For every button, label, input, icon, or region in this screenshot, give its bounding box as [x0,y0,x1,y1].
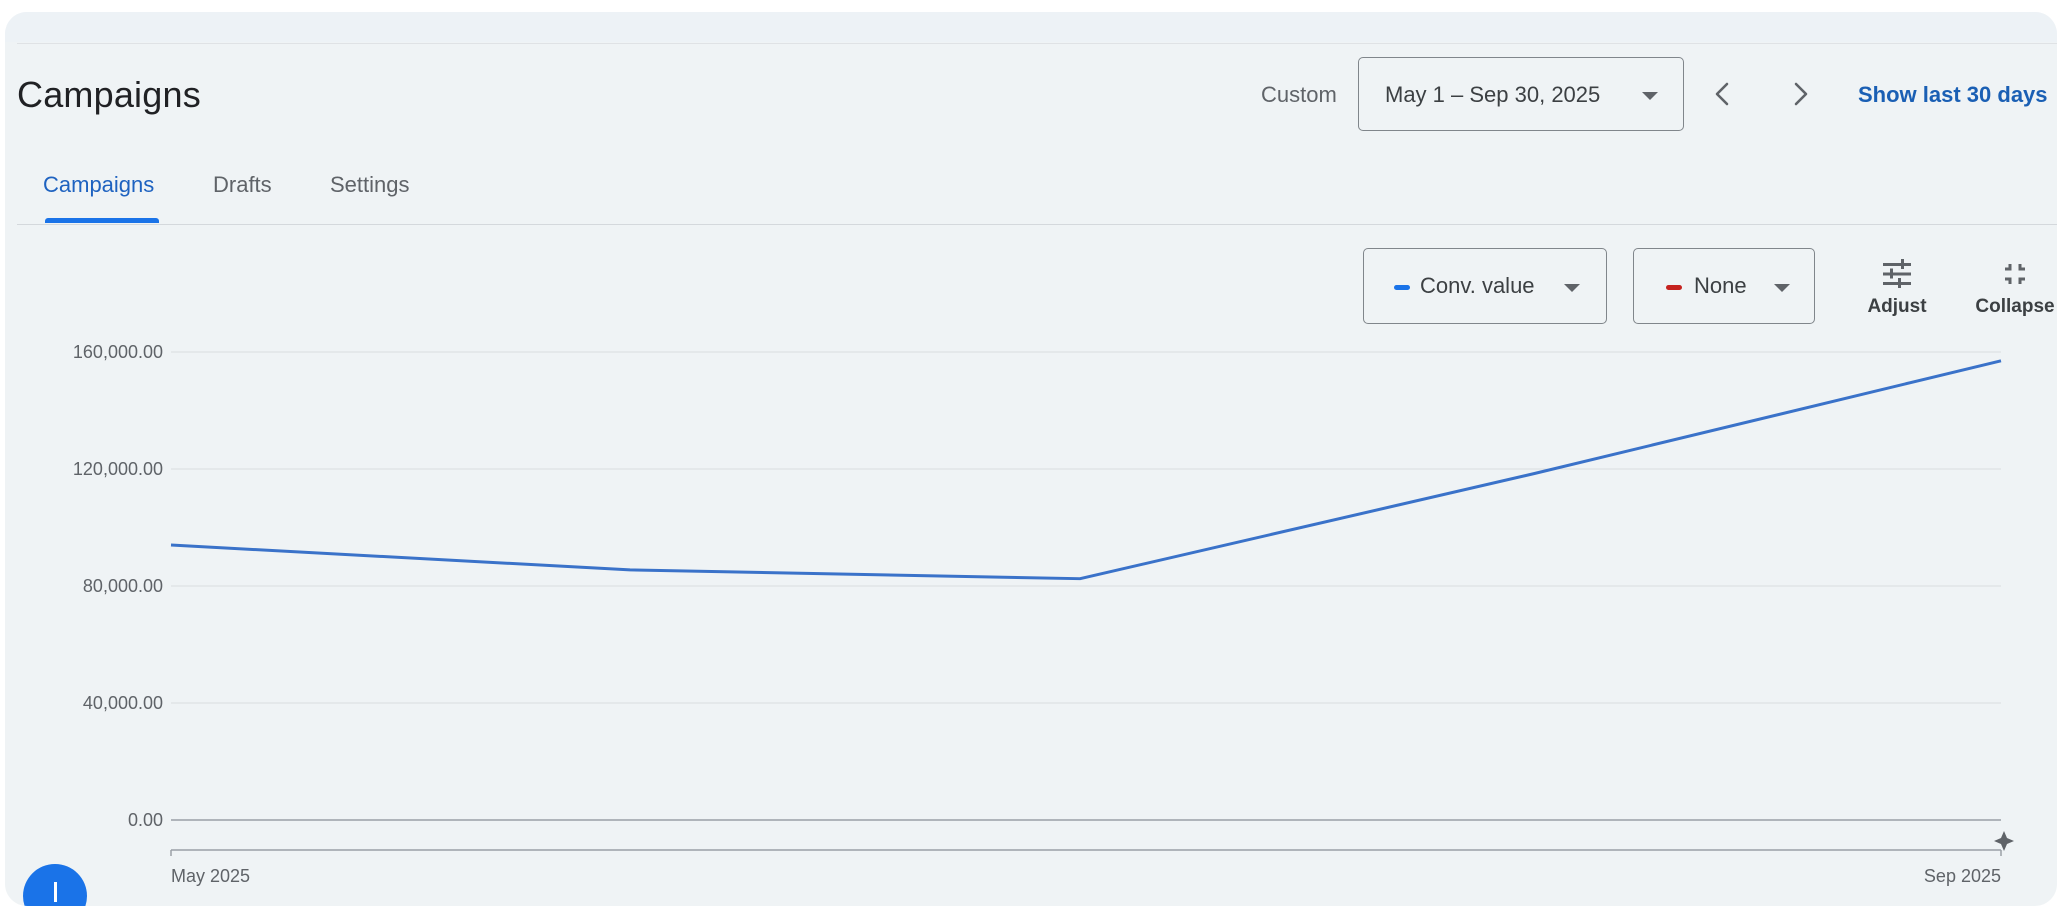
y-tick-label: 40,000.00 [83,693,163,713]
y-tick-label: 80,000.00 [83,576,163,596]
x-tick-label: May 2025 [171,866,250,886]
conversion-value-chart: 160,000.00 120,000.00 80,000.00 40,000.00 0.… [73,342,2014,886]
campaigns-panel: Campaigns Custom May 1 – Sep 30, 2025 Sh… [5,12,2057,906]
y-tick-label: 160,000.00 [73,342,163,362]
y-tick-label: 120,000.00 [73,459,163,479]
x-tick-label: Sep 2025 [1924,866,2001,886]
series-line-conv-value [170,359,2002,581]
plus-icon [54,882,57,902]
y-tick-label: 0.00 [128,810,163,830]
sparkle-icon [1994,831,2014,851]
